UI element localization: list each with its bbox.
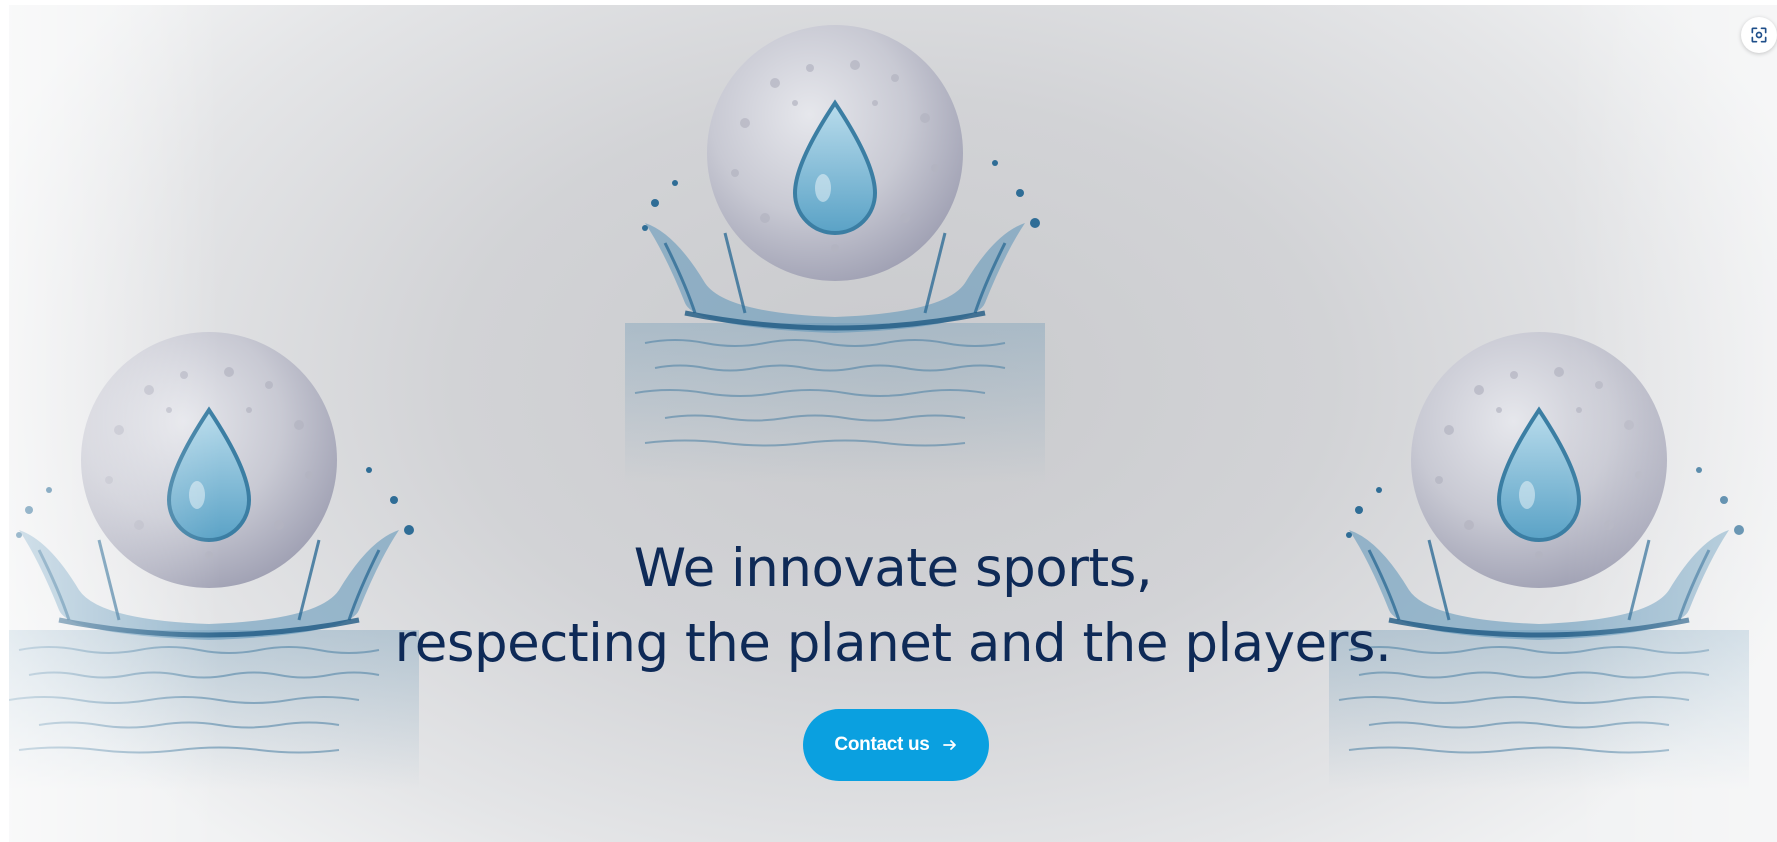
focus-capture-icon: [1751, 27, 1767, 43]
contact-us-button[interactable]: Contact us: [803, 709, 989, 781]
fullscreen-button[interactable]: [1741, 17, 1777, 53]
hero-headline-line-2: respecting the planet and the players.: [394, 613, 1392, 674]
hero-section: We innovate sports, respecting the plane…: [9, 5, 1777, 842]
ball-splash-image: [625, 23, 1045, 523]
arrow-right-icon: [942, 740, 956, 750]
hero-headline-line-1: We innovate sports,: [633, 538, 1153, 599]
contact-us-label: Contact us: [834, 734, 930, 755]
